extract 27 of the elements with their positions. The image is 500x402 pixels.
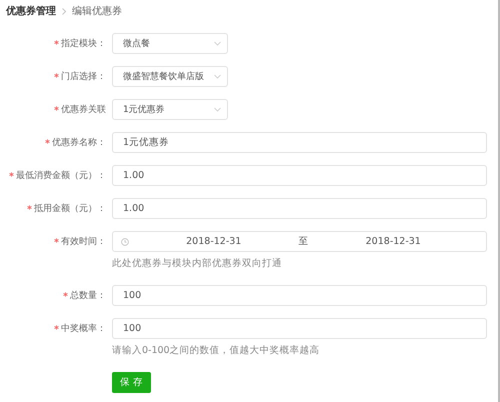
input-field[interactable]: 100	[112, 285, 487, 306]
select-field[interactable]: 微盛智慧餐饮单店版	[112, 66, 228, 87]
field-label: 总数量：	[70, 290, 106, 302]
input-field[interactable]: 1.00	[112, 165, 487, 186]
field-label: 有效时间：	[61, 236, 106, 248]
field-label: 门店选择：	[61, 70, 106, 83]
input-field[interactable]: 1.00	[112, 198, 487, 219]
select-field[interactable]: 1元优惠券	[112, 99, 228, 120]
field-label: 优惠券关联	[61, 104, 106, 116]
clock-icon	[121, 238, 129, 246]
field-label: 最低消费金额（元）：	[16, 170, 106, 182]
select-field[interactable]: 微点餐	[112, 33, 228, 54]
chevron-down-icon	[214, 107, 221, 112]
field-label: 指定模块：	[61, 38, 106, 50]
date-range-field[interactable]: 2018-12-31 至 2018-12-31	[112, 231, 487, 252]
chevron-down-icon	[214, 41, 221, 46]
breadcrumb-current: 编辑优惠券	[72, 4, 122, 18]
field-label: 中奖概率：	[61, 322, 106, 335]
field-label: 抵用金额（元）：	[34, 202, 106, 215]
hint-text: 此处优惠券与模块内部优惠券双向打通	[112, 256, 283, 270]
chevron-down-icon	[214, 74, 221, 79]
hint-text: 请输入0-100之间的数值，值越大中奖概率越高	[112, 344, 321, 358]
field-label: 优惠券名称：	[52, 136, 106, 149]
input-field[interactable]: 100	[112, 318, 487, 339]
breadcrumb-link[interactable]: 优惠券管理	[6, 4, 56, 18]
chevron-right-icon	[62, 8, 66, 14]
input-field[interactable]: 1元优惠券	[112, 132, 487, 153]
